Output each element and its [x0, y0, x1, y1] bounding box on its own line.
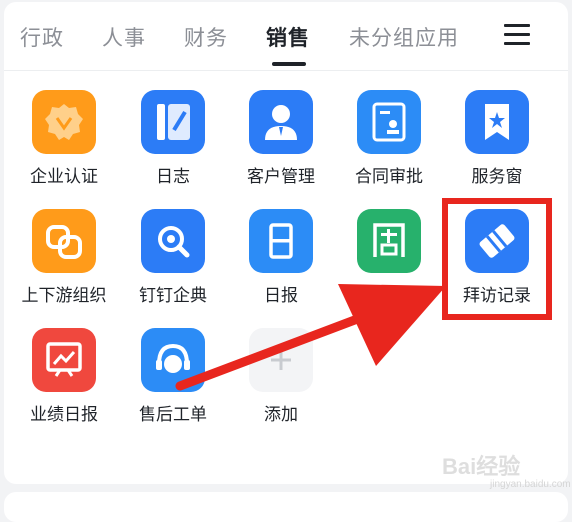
- watermark: Bai经验 jingyan.baidu.com: [442, 445, 572, 495]
- watermark-url: jingyan.baidu.com: [490, 479, 571, 490]
- pointer-arrow: [175, 284, 446, 391]
- watermark-brand: Bai经验: [442, 454, 521, 479]
